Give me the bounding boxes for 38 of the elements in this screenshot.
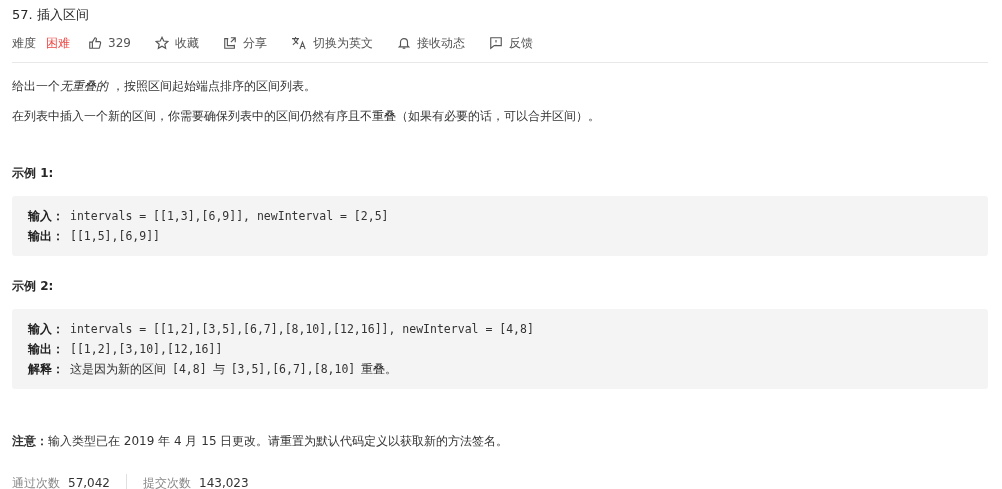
code-text: [4,8] xyxy=(172,361,207,378)
code-text: [[1,2],[3,10],[12,16]] xyxy=(70,341,223,358)
example-line-label: 输入： xyxy=(28,321,64,338)
bell-button[interactable]: 接收动态 xyxy=(396,34,465,52)
stat-label: 提交次数 xyxy=(143,474,191,489)
stat-label: 通过次数 xyxy=(12,474,60,489)
code-text: [3,5],[6,7],[8,10] xyxy=(230,361,356,378)
share-icon xyxy=(222,36,237,50)
example-heading: 示例 1: xyxy=(12,165,55,182)
star-icon xyxy=(154,36,169,50)
like-button[interactable]: 329 xyxy=(88,36,131,50)
translate-button[interactable]: 切换为英文 xyxy=(290,34,373,52)
explanation-text: 这是因为新的区间 xyxy=(70,361,166,378)
bell-icon xyxy=(396,36,411,50)
feedback-button[interactable]: 反馈 xyxy=(488,34,533,52)
stat-value: 57,042 xyxy=(68,476,110,489)
translate-icon xyxy=(290,36,307,50)
difficulty-label: 难度 xyxy=(12,34,36,52)
example-line-label: 输出： xyxy=(28,228,64,245)
explanation-text: 与 xyxy=(212,361,225,378)
description-paragraph: 给出一个无重叠的 ，按照区间起始端点排序的区间列表。 xyxy=(12,78,317,95)
code-text: intervals = [[1,2],[3,5],[6,7],[8,10],[12,16]], newInterval = [4,8] xyxy=(70,321,534,338)
problem-title: 57. 插入区间 xyxy=(12,6,90,24)
explanation-text: 重叠。 xyxy=(361,361,398,378)
code-text: [[1,5],[6,9]] xyxy=(70,228,160,245)
example-line-label: 解释： xyxy=(28,361,64,378)
share-button[interactable]: 分享 xyxy=(222,34,267,52)
note-text: 注意：输入类型已在 2019 年 4 月 15 日更改。请重置为默认代码定义以获取新的方法签名。 xyxy=(12,433,510,450)
feedback-icon xyxy=(488,36,503,50)
example-line-label: 输出： xyxy=(28,341,64,358)
example-heading: 示例 2: xyxy=(12,278,55,295)
difficulty-value: 困难 xyxy=(46,34,70,52)
thumbs-up-icon xyxy=(88,36,102,50)
code-text: intervals = [[1,3],[6,9]], newInterval = [2,5] xyxy=(70,208,389,225)
stat-value: 143,023 xyxy=(199,476,249,489)
description-paragraph: 在列表中插入一个新的区间，你需要确保列表中的区间仍然有序且不重叠（如果有必要的话，可以合并区间）。 xyxy=(12,108,601,125)
example-line-label: 输入： xyxy=(28,208,64,225)
star-button[interactable]: 收藏 xyxy=(154,34,199,52)
